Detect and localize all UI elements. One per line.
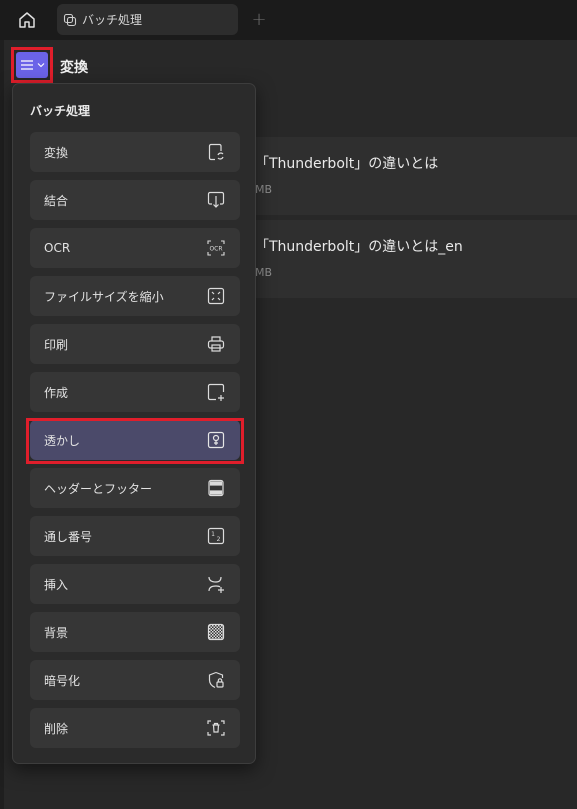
menu-item-insert[interactable]: 挿入 (30, 564, 240, 604)
menu-item-merge[interactable]: 結合 (30, 180, 240, 220)
menu-item-label: 背景 (44, 625, 69, 640)
menu-item-watermark[interactable]: 透かし (30, 420, 240, 460)
menu-item-convert[interactable]: 変換 (30, 132, 240, 172)
file-size: MB (255, 183, 273, 196)
file-name: 「Thunderbolt」の違いとは_en (255, 239, 463, 255)
file-size: MB (255, 266, 273, 279)
menu-item-ocr[interactable]: OCR OCR (30, 228, 240, 268)
menu-item-label: 印刷 (44, 337, 69, 352)
tab-bar: バッチ処理 + (0, 0, 577, 40)
home-button[interactable] (11, 6, 43, 34)
menu-item-label: OCR (44, 241, 71, 255)
numbering-icon: 12 (206, 526, 226, 546)
create-icon (206, 382, 226, 402)
svg-text:2: 2 (217, 536, 221, 543)
menu-item-label: 挿入 (44, 577, 69, 592)
plus-icon: + (251, 8, 267, 30)
panel-title: バッチ処理 (30, 104, 91, 118)
page-title: 変換 (60, 60, 88, 76)
menu-item-encrypt[interactable]: 暗号化 (30, 660, 240, 700)
watermark-icon (206, 430, 226, 450)
header-footer-icon (206, 478, 226, 498)
menu-item-label: 暗号化 (44, 673, 81, 688)
menu-item-numbering[interactable]: 通し番号 12 (30, 516, 240, 556)
file-row[interactable]: 「Thunderbolt」の違いとは_en MB (200, 220, 577, 298)
batch-menu-panel: バッチ処理 変換 結合 OCR OCR ファイルサイズを縮小 印刷 作成 透かし… (12, 83, 256, 764)
chevron-down-icon (37, 61, 45, 69)
svg-text:OCR: OCR (209, 246, 222, 253)
merge-icon (206, 190, 226, 210)
compress-icon (206, 286, 226, 306)
file-name: 「Thunderbolt」の違いとは (255, 156, 439, 172)
menu-item-create[interactable]: 作成 (30, 372, 240, 412)
ocr-icon: OCR (206, 238, 226, 258)
tab-batch[interactable]: バッチ処理 (57, 4, 238, 35)
background-icon (206, 622, 226, 642)
menu-icon (20, 58, 34, 72)
menu-item-delete[interactable]: 削除 (30, 708, 240, 748)
tab-label: バッチ処理 (82, 13, 143, 27)
delete-icon (206, 718, 226, 738)
insert-icon (206, 574, 226, 594)
menu-toggle-button[interactable] (11, 47, 53, 83)
svg-text:1: 1 (211, 531, 215, 538)
menu-item-header-footer[interactable]: ヘッダーとフッター (30, 468, 240, 508)
menu-item-label: 作成 (44, 385, 69, 400)
menu-item-background[interactable]: 背景 (30, 612, 240, 652)
menu-item-label: 通し番号 (44, 529, 93, 544)
home-icon (17, 10, 37, 30)
menu-item-label: 結合 (44, 193, 69, 208)
file-row[interactable]: 「Thunderbolt」の違いとは MB (200, 137, 577, 215)
batch-icon (63, 13, 77, 27)
menu-item-label: ヘッダーとフッター (44, 481, 153, 496)
menu-item-label: 透かし (44, 433, 81, 448)
printer-icon (206, 334, 226, 354)
menu-item-label: 削除 (44, 721, 69, 736)
menu-item-compress[interactable]: ファイルサイズを縮小 (30, 276, 240, 316)
convert-icon (206, 142, 226, 162)
menu-item-label: 変換 (44, 145, 69, 160)
encrypt-icon (206, 670, 226, 690)
menu-item-label: ファイルサイズを縮小 (44, 289, 164, 304)
new-tab-button[interactable]: + (248, 8, 270, 30)
menu-item-print[interactable]: 印刷 (30, 324, 240, 364)
